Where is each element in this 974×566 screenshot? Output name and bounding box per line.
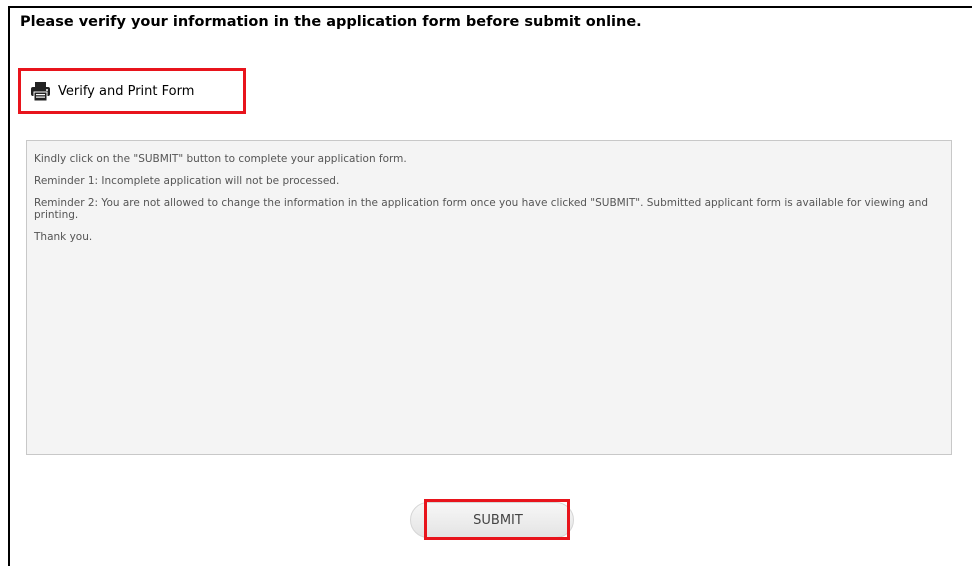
notice-paragraph: Kindly click on the "SUBMIT" button to c… bbox=[34, 153, 407, 165]
page-frame: Please verify your information in the ap… bbox=[8, 6, 972, 566]
printer-icon bbox=[30, 81, 51, 102]
notice-paragraph: Thank you. bbox=[34, 231, 93, 243]
verify-print-form-label: Verify and Print Form bbox=[58, 83, 195, 99]
notice-box: Kindly click on the "SUBMIT" button to c… bbox=[26, 140, 952, 455]
verify-print-form-link[interactable]: Verify and Print Form bbox=[18, 68, 246, 114]
submit-highlight bbox=[424, 499, 570, 540]
notice-paragraph: Reminder 2: You are not allowed to chang… bbox=[34, 197, 929, 221]
notice-paragraph: Reminder 1: Incomplete application will … bbox=[34, 175, 340, 187]
page-title: Please verify your information in the ap… bbox=[20, 14, 642, 30]
